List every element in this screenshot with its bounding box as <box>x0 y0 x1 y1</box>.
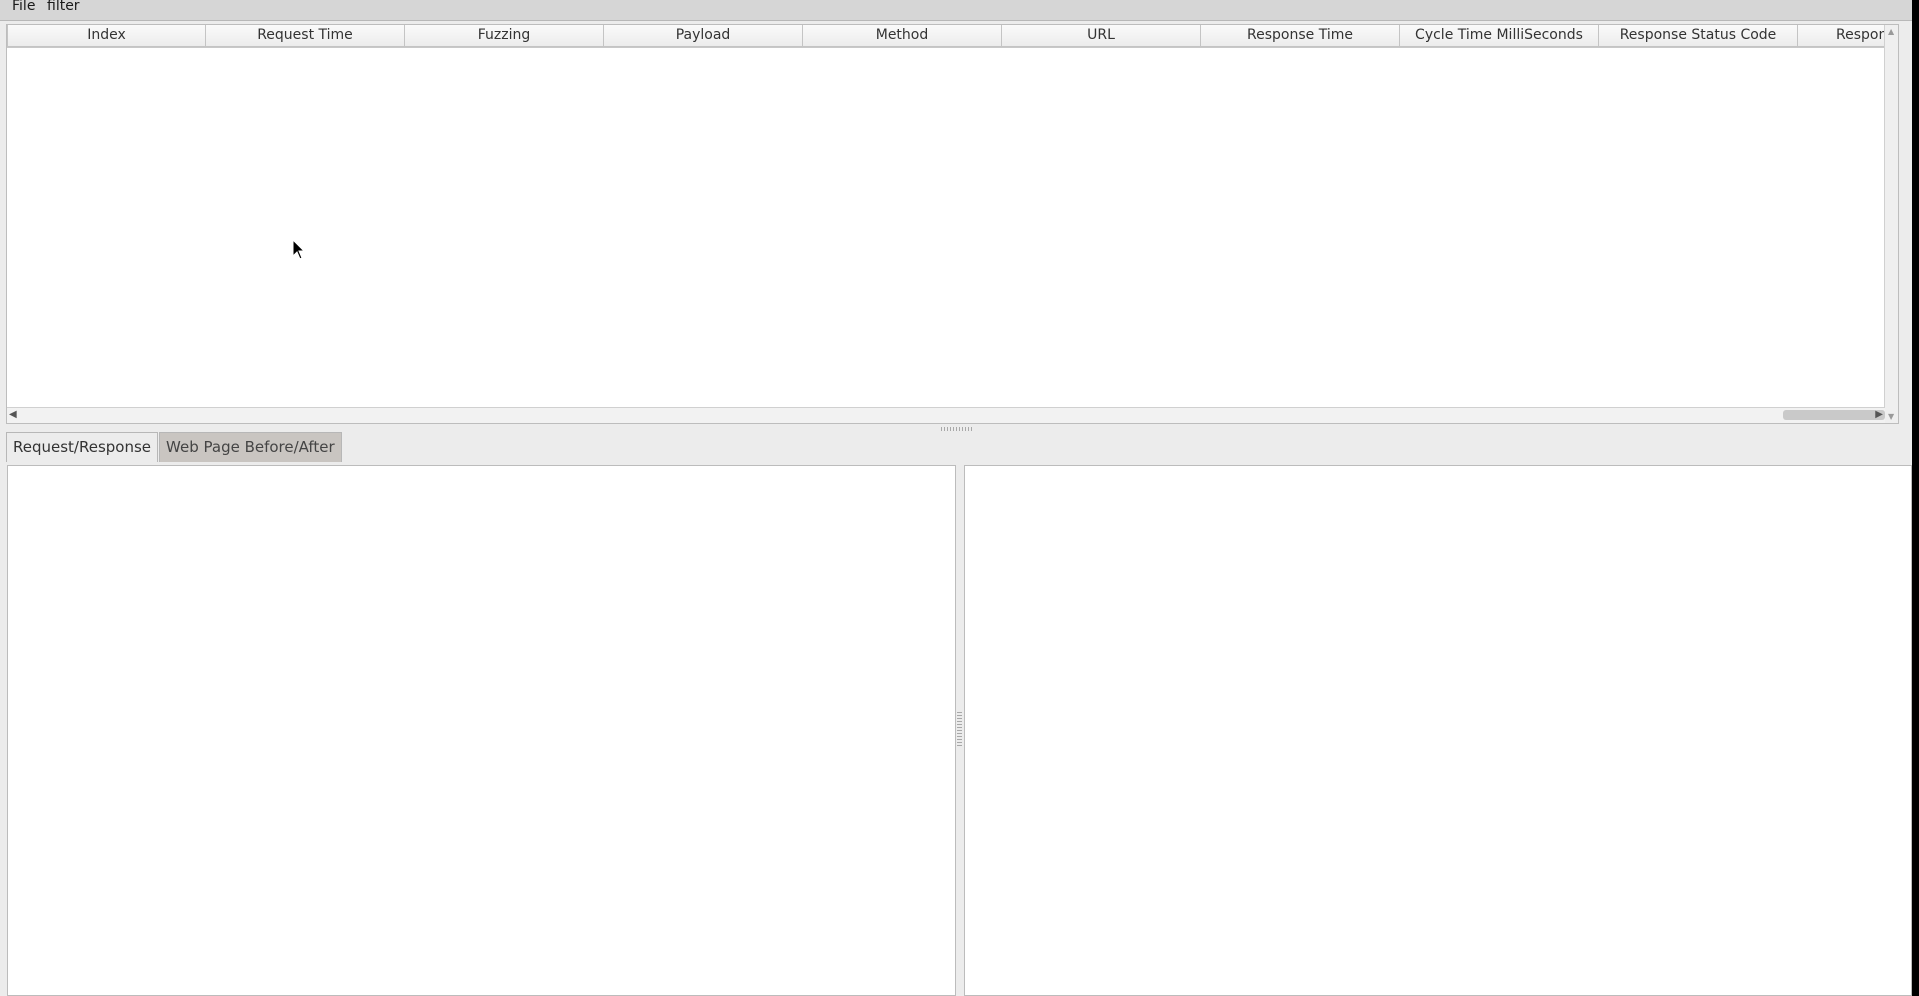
scroll-right-arrow-icon[interactable]: ▶ <box>1875 409 1883 420</box>
menu-bar: File filter <box>0 0 1912 21</box>
tab-bar: Request/Response Web Page Before/After <box>6 432 342 462</box>
tab-web-page-before-after[interactable]: Web Page Before/After <box>159 432 342 462</box>
horizontal-scrollbar[interactable]: ◀ ▶ <box>7 407 1885 423</box>
vertical-splitter-handle[interactable] <box>957 712 962 748</box>
request-text-pane[interactable] <box>7 465 956 996</box>
scroll-down-arrow-icon[interactable]: ▼ <box>1888 412 1894 421</box>
menu-filter[interactable]: filter <box>45 0 82 14</box>
horizontal-splitter-handle[interactable] <box>941 427 973 431</box>
results-table[interactable]: Index Request Time Fuzzing Payload Metho… <box>6 24 1899 424</box>
column-header-response-time[interactable]: Response Time <box>1201 25 1400 47</box>
tab-request-response[interactable]: Request/Response <box>6 432 159 462</box>
column-header-fuzzing[interactable]: Fuzzing <box>405 25 604 47</box>
horizontal-scroll-thumb[interactable] <box>1783 410 1885 420</box>
mouse-pointer-icon <box>292 239 306 260</box>
column-header-index[interactable]: Index <box>7 25 206 47</box>
column-header-method[interactable]: Method <box>803 25 1002 47</box>
column-header-url[interactable]: URL <box>1002 25 1201 47</box>
application-window: File filter Index Request Time Fuzzing P… <box>0 0 1912 996</box>
vertical-scrollbar[interactable]: ▲ ▼ <box>1884 25 1898 423</box>
column-header-cycle-time[interactable]: Cycle Time MilliSeconds <box>1400 25 1599 47</box>
column-header-response-status-code[interactable]: Response Status Code <box>1599 25 1798 47</box>
column-header-request-time[interactable]: Request Time <box>206 25 405 47</box>
column-header-payload[interactable]: Payload <box>604 25 803 47</box>
table-header-row: Index Request Time Fuzzing Payload Metho… <box>7 25 1888 48</box>
scroll-up-arrow-icon[interactable]: ▲ <box>1888 27 1894 36</box>
response-text-pane[interactable] <box>964 465 1912 996</box>
column-header-response-truncated[interactable]: Respon: <box>1798 25 1888 47</box>
menu-file[interactable]: File <box>10 0 37 14</box>
scroll-left-arrow-icon[interactable]: ◀ <box>9 409 17 420</box>
